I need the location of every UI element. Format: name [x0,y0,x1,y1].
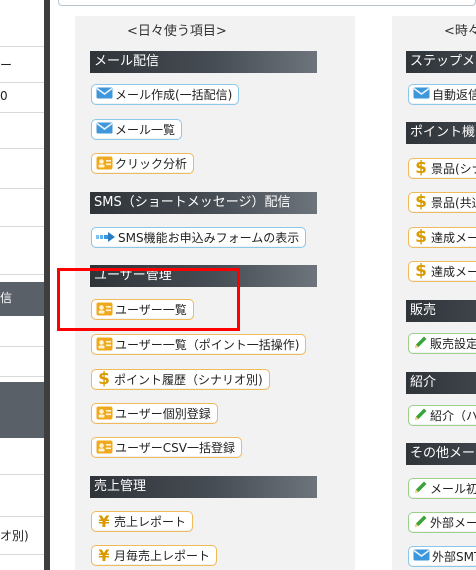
mail-section-header: メール配信 [90,51,317,73]
sidebar-item[interactable] [0,22,44,47]
arrow-right-icon [96,231,116,245]
mail-icon [96,87,113,102]
auto-reply-button[interactable]: 自動返信 [408,84,476,105]
daily-items-panel: <日々使う項目> メール配信 メール作成(一括配信) メール一覧 クリック分析 … [75,16,355,570]
user-card-icon [96,155,113,173]
user-card-icon [96,336,113,354]
sales-section-header: 売上管理 [90,476,317,498]
achievement-mail-label: 達成メー [431,231,476,245]
user-list-button[interactable]: ユーザー一覧 [91,299,194,320]
other-mail-section-header: その他メー [406,443,476,465]
panel-title: <時々 [444,24,476,39]
sidebar: ー 0 信 オ別) [0,0,44,570]
user-card-icon [96,301,113,319]
sales-settings-label: 販売設定 [430,337,476,351]
sidebar-item[interactable] [0,438,44,475]
sales-report-label: 売上レポート [114,515,187,529]
dollar-icon: $ [415,227,427,247]
sidebar-item[interactable] [0,346,44,377]
user-register-button[interactable]: ユーザー個別登録 [91,403,218,424]
sidebar-section-header [0,382,44,438]
point-section-header: ポイント機 [406,122,476,144]
mail-init-button[interactable]: メール初 [408,478,476,499]
pencil-icon [413,335,428,353]
user-register-label: ユーザー個別登録 [115,407,211,421]
sms-form-label: SMS機能お申込みフォームの表示 [118,231,300,245]
sidebar-item[interactable]: 0 [0,82,44,113]
yen-icon: ¥ [98,546,110,565]
sms-section-header: SMS（ショートメッセージ）配信 [90,192,317,214]
user-list-points-label: ユーザー一覧（ポイント一括操作) [115,338,300,352]
mail-icon [413,87,430,102]
point-history-label: ポイント履歴（シナリオ別) [114,373,263,387]
occasional-items-panel: <時々 ステップメ 自動返信 ポイント機 $ 景品(シナ $ 景品(共通 $ 達… [392,16,476,570]
sidebar-item[interactable] [0,148,44,189]
mail-icon [96,122,113,137]
sidebar-divider [44,0,50,570]
sidebar-section-label: 信 [0,291,13,305]
achievement-mail-label: 達成メー [431,265,476,279]
user-list-label: ユーザー一覧 [115,303,187,317]
prize-shared-button[interactable]: $ 景品(共通 [408,192,476,213]
sidebar-item[interactable] [0,474,44,517]
mail-init-label: メール初 [430,482,476,496]
dollar-icon: $ [415,192,427,212]
sales-settings-button[interactable]: 販売設定 [408,333,476,354]
panel-title: <日々使う項目> [127,24,227,39]
mail-list-label: メール一覧 [115,123,176,137]
intro-button[interactable]: 紹介（ハ [408,405,476,426]
dollar-icon: $ [98,369,110,389]
mail-list-button[interactable]: メール一覧 [91,119,183,140]
achievement-mail-button-1[interactable]: $ 達成メー [408,227,476,248]
yen-icon: ¥ [98,512,110,531]
click-analysis-button[interactable]: クリック分析 [91,153,195,174]
sidebar-item[interactable] [0,316,44,347]
dollar-icon: $ [415,158,427,178]
user-csv-button[interactable]: ユーザーCSV一括登録 [91,437,242,458]
mail-icon [413,549,430,564]
intro-section-header: 紹介 [406,372,476,394]
pencil-icon [413,514,428,532]
pencil-icon [413,407,428,425]
step-mail-section-header: ステップメ [406,51,476,73]
sidebar-item[interactable] [0,226,44,275]
sidebar-item[interactable] [0,112,44,149]
click-analysis-label: クリック分析 [115,157,188,171]
sales-section-header: 販売 [406,300,476,322]
pencil-icon [413,480,428,498]
user-section-header: ユーザー管理 [90,265,317,287]
sms-form-button[interactable]: SMS機能お申込みフォームの表示 [91,227,307,248]
sidebar-item-label: ー [0,58,13,72]
sidebar-item[interactable]: ー [0,46,44,83]
prize-shared-label: 景品(共通 [431,196,476,210]
user-csv-label: ユーザーCSV一括登録 [115,441,235,455]
sales-report-button[interactable]: ¥ 売上レポート [91,511,194,532]
prize-scenario-label: 景品(シナ [431,162,476,176]
sidebar-item[interactable] [0,188,44,227]
mail-create-button[interactable]: メール作成(一括配信) [91,84,240,105]
external-smtp-label: 外部SMT [432,550,476,564]
user-list-points-button[interactable]: ユーザー一覧（ポイント一括操作) [91,334,307,355]
achievement-mail-button-2[interactable]: $ 達成メー [408,261,476,282]
dollar-icon: $ [415,261,427,281]
monthly-sales-label: 月毎売上レポート [114,549,211,563]
sidebar-item[interactable]: オ別) [0,516,44,555]
monthly-sales-button[interactable]: ¥ 月毎売上レポート [91,545,218,566]
external-mail-label: 外部メー [430,516,476,530]
auto-reply-label: 自動返信 [432,88,476,102]
intro-label: 紹介（ハ [430,409,476,423]
user-card-icon [96,439,113,457]
external-smtp-button[interactable]: 外部SMT [408,546,476,567]
top-bar [58,0,476,6]
sidebar-section-header: 信 [0,282,44,316]
prize-scenario-button[interactable]: $ 景品(シナ [408,158,476,179]
point-history-button[interactable]: $ ポイント履歴（シナリオ別) [91,369,270,390]
mail-create-label: メール作成(一括配信) [115,88,233,102]
sidebar-item-label: オ別) [0,529,29,543]
sidebar-item-label: 0 [0,89,8,103]
user-card-icon [96,405,113,423]
external-mail-button[interactable]: 外部メー [408,512,476,533]
